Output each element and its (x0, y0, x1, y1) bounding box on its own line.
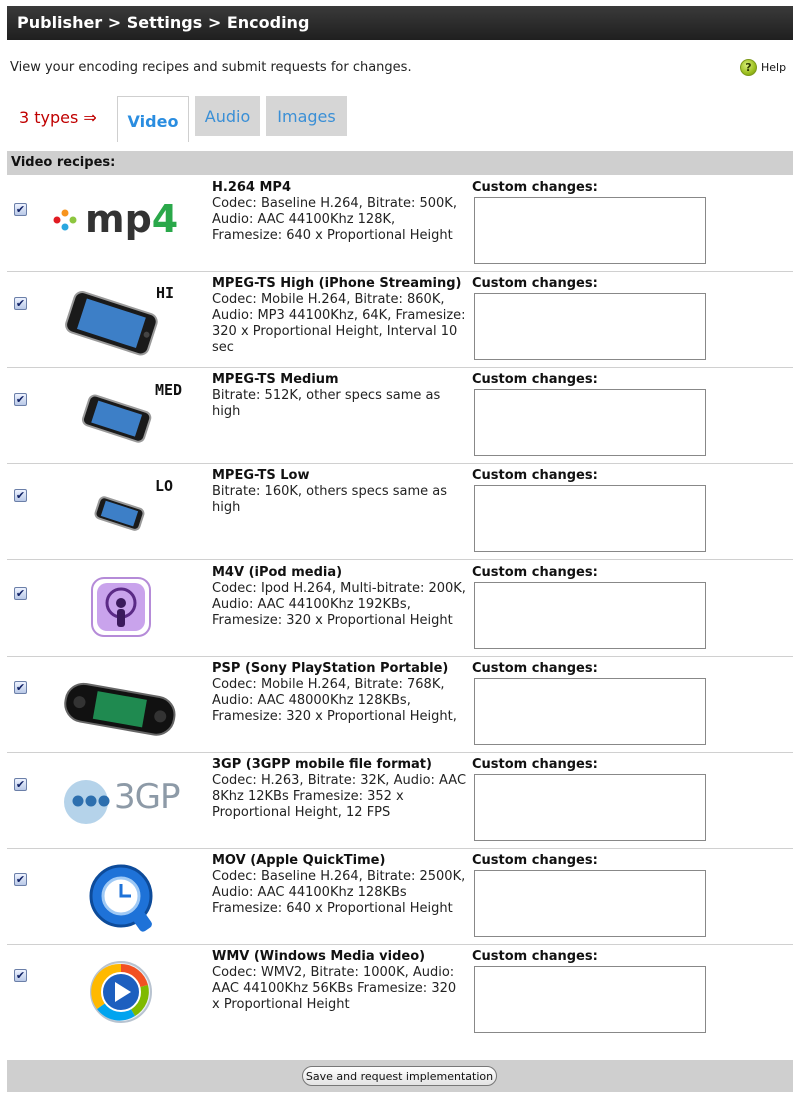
custom-changes-label: Custom changes: (472, 853, 598, 868)
phone-quality-label: HI (156, 284, 175, 302)
recipe-description: Codec: Baseline H.264, Bitrate: 500K, Au… (212, 196, 457, 243)
custom-changes-label: Custom changes: (472, 180, 598, 195)
recipe-checkbox[interactable]: ✔ (14, 587, 27, 600)
phone-quality-label: MED (155, 381, 183, 399)
recipe-description: Bitrate: 160K, others specs same as high (212, 484, 448, 515)
recipe-description: Codec: WMV2, Bitrate: 1000K, Audio: AAC … (212, 965, 457, 1012)
windows-media-icon (51, 949, 199, 1035)
custom-changes-label: Custom changes: (472, 661, 598, 676)
recipe-checkbox[interactable]: ✔ (14, 681, 27, 694)
phone-quality-label: LO (155, 477, 174, 495)
custom-changes-label: Custom changes: (472, 565, 598, 580)
recipe-row-mov: ✔ MOV (Apple QuickTime) Codec: Baseline … (7, 849, 793, 945)
help-link[interactable]: ? Help (740, 59, 786, 76)
recipe-name: M4V (iPod media) (212, 565, 343, 580)
custom-changes-label: Custom changes: (472, 276, 598, 291)
recipe-checkbox[interactable]: ✔ (14, 778, 27, 791)
recipe-name: MPEG-TS High (iPhone Streaming) (212, 276, 462, 291)
section-title: Video recipes: (7, 151, 793, 175)
iphone-icon (51, 276, 199, 362)
recipe-name: MPEG-TS Low (212, 468, 310, 483)
tab-images[interactable]: Images (266, 96, 347, 136)
tab-video[interactable]: Video (117, 96, 189, 142)
recipe-row-mpegts-medium: ✔ MED MPEG-TS Medium Bitrate: 512K, othe… (7, 368, 793, 464)
custom-changes-input[interactable] (474, 678, 706, 745)
custom-changes-label: Custom changes: (472, 757, 598, 772)
podcast-icon (51, 565, 199, 651)
recipe-checkbox[interactable]: ✔ (14, 297, 27, 310)
iphone-icon (51, 468, 199, 554)
recipe-row-psp: ✔ PSP (Sony PlayStation Portable) Codec:… (7, 657, 793, 753)
recipe-row-mpegts-high: ✔ HI MPEG-TS High (iPhone Streaming) Cod… (7, 272, 793, 368)
mp4-logo: mp4 (51, 180, 199, 266)
intro-text: View your encoding recipes and submit re… (10, 60, 412, 75)
recipe-description: Codec: Mobile H.264, Bitrate: 860K, Audi… (212, 292, 466, 355)
recipe-name: WMV (Windows Media video) (212, 949, 426, 964)
recipe-name: MOV (Apple QuickTime) (212, 853, 386, 868)
3gp-logo-text: 3GP (114, 777, 180, 817)
recipe-name: PSP (Sony PlayStation Portable) (212, 661, 449, 676)
custom-changes-input[interactable] (474, 870, 706, 937)
recipe-description: Codec: H.263, Bitrate: 32K, Audio: AAC 8… (212, 773, 467, 820)
help-label: Help (761, 61, 787, 74)
custom-changes-label: Custom changes: (472, 468, 598, 483)
recipe-description: Bitrate: 512K, other specs same as high (212, 388, 441, 419)
recipe-row-mp4: ✔ mp4 H.264 MP4 Codec: Baseline H.264, B… (7, 176, 793, 272)
recipe-row-3gp: ✔ 3GP 3GP (3GPP mobile file format) Code… (7, 753, 793, 849)
types-count-label: 3 types ⇒ (19, 108, 97, 127)
quicktime-icon (51, 853, 199, 939)
custom-changes-input[interactable] (474, 389, 706, 456)
custom-changes-input[interactable] (474, 774, 706, 841)
psp-icon (51, 661, 199, 747)
recipe-description: Codec: Ipod H.264, Multi-bitrate: 200K, … (212, 581, 466, 628)
tab-audio[interactable]: Audio (195, 96, 260, 136)
recipe-checkbox[interactable]: ✔ (14, 203, 27, 216)
recipe-checkbox[interactable]: ✔ (14, 969, 27, 982)
recipe-checkbox[interactable]: ✔ (14, 489, 27, 502)
recipe-checkbox[interactable]: ✔ (14, 873, 27, 886)
custom-changes-input[interactable] (474, 197, 706, 264)
breadcrumb-header: Publisher > Settings > Encoding (7, 6, 793, 40)
mp4-logo-text: mp4 (85, 197, 178, 241)
recipe-row-wmv: ✔ WMV (Windows Media video) Codec: WMV2,… (7, 945, 793, 1041)
recipe-description: Codec: Mobile H.264, Bitrate: 768K, Audi… (212, 677, 457, 724)
custom-changes-label: Custom changes: (472, 949, 598, 964)
recipe-name: H.264 MP4 (212, 180, 291, 195)
recipe-row-mpegts-low: ✔ LO MPEG-TS Low Bitrate: 160K, others s… (7, 464, 793, 560)
save-request-button[interactable]: Save and request implementation (302, 1066, 497, 1086)
recipe-description: Codec: Baseline H.264, Bitrate: 2500K, A… (212, 869, 466, 916)
question-help-icon: ? (740, 59, 757, 76)
custom-changes-input[interactable] (474, 582, 706, 649)
recipe-name: MPEG-TS Medium (212, 372, 339, 387)
breadcrumb: Publisher > Settings > Encoding (17, 13, 310, 32)
custom-changes-input[interactable] (474, 485, 706, 552)
custom-changes-input[interactable] (474, 293, 706, 360)
recipe-row-m4v: ✔ M4V (iPod media) Codec: Ipod H.264, Mu… (7, 561, 793, 657)
custom-changes-label: Custom changes: (472, 372, 598, 387)
recipe-checkbox[interactable]: ✔ (14, 393, 27, 406)
custom-changes-input[interactable] (474, 966, 706, 1033)
recipe-name: 3GP (3GPP mobile file format) (212, 757, 432, 772)
